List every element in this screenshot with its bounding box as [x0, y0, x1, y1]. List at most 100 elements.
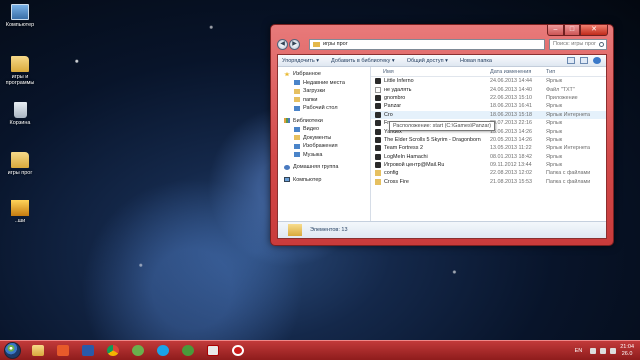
- file-row[interactable]: Cross Fire 21.08.2013 15:53 Папка с файлам…: [371, 178, 606, 186]
- folder-icon: [294, 97, 300, 103]
- nav-item-video[interactable]: Видео: [278, 125, 370, 134]
- file-row[interactable]: LogMeIn Hamachi 08.01.2013 18:42 Ярлык: [371, 153, 606, 161]
- file-type: Ярлык: [546, 128, 563, 135]
- start-button[interactable]: [4, 342, 21, 359]
- yandex-icon: [206, 345, 219, 356]
- preview-pane-icon[interactable]: [580, 57, 588, 64]
- taskbar-app-explorer[interactable]: [27, 342, 48, 359]
- desktop-icon-games-prog[interactable]: игры прог: [3, 152, 37, 176]
- file-row[interactable]: gnombro 22.06.2013 15:10 Приложение: [371, 94, 606, 102]
- file-row[interactable]: The Elder Scrolls 5 Skyrim - Dragonborn 2…: [371, 136, 606, 144]
- taskbar-app-chrome[interactable]: [102, 342, 123, 359]
- explorer-window[interactable]: – □ ✕ ◀ ▶ игры прог Поиск: игры прог Упо…: [270, 24, 614, 246]
- column-header-name[interactable]: Имя: [371, 69, 490, 75]
- share-menu[interactable]: Общий доступ ▾: [407, 58, 448, 64]
- back-button[interactable]: ◀: [277, 38, 288, 50]
- file-row[interactable]: Little Inferno 24.06.2013 14:44 Ярлык: [371, 77, 606, 85]
- file-row[interactable]: Panzar 18.06.2013 16:41 Ярлык: [371, 102, 606, 110]
- file-row[interactable]: не удалять 24.06.2013 14:40 Файл "TXT": [371, 85, 606, 93]
- file-name: Panzar: [384, 103, 402, 110]
- column-headers: Имя Дата изменения Тип: [371, 67, 606, 77]
- utorrent-icon: [131, 345, 144, 356]
- close-button[interactable]: ✕: [580, 25, 608, 36]
- nav-item-folders[interactable]: папки: [278, 96, 370, 105]
- file-name: config: [384, 170, 399, 177]
- file-date: 22.06.2013 15:10: [490, 94, 532, 101]
- taskbar-app-browser[interactable]: [177, 342, 198, 359]
- star-icon: [284, 71, 290, 77]
- nav-item-recent[interactable]: Недавние места: [278, 79, 370, 88]
- nav-item-desktop[interactable]: Рабочий стол: [278, 104, 370, 113]
- file-name: Cro: [384, 111, 393, 118]
- media-player-icon: [56, 345, 69, 356]
- details-pane: Элементов: 13: [278, 221, 606, 238]
- file-name: gnombro: [384, 94, 406, 101]
- file-date: 08.01.2013 18:42: [490, 153, 532, 160]
- shortcut-icon: [375, 78, 381, 85]
- search-input[interactable]: Поиск: игры прог: [549, 38, 607, 50]
- nav-libraries[interactable]: Библиотеки: [278, 117, 370, 126]
- shortcut-icon: [375, 162, 381, 169]
- shortcut-icon: [375, 153, 381, 160]
- column-header-date[interactable]: Дата изменения: [490, 69, 546, 75]
- include-in-library-menu[interactable]: Добавить в библиотеку ▾: [331, 58, 395, 64]
- taskbar-app-skype[interactable]: [152, 342, 173, 359]
- folder-icon: [11, 152, 29, 168]
- clock[interactable]: 21:04 26.0: [620, 344, 634, 357]
- file-type: Приложение: [546, 94, 578, 101]
- nav-item-music[interactable]: Музыка: [278, 151, 370, 160]
- taskbar-app-yandex[interactable]: [202, 342, 223, 359]
- file-date: 18.06.2013 15:18: [490, 111, 532, 118]
- minimize-button[interactable]: –: [547, 25, 564, 36]
- folder-icon: [375, 170, 381, 177]
- video-icon: [294, 126, 300, 132]
- nav-computer[interactable]: Компьютер: [278, 176, 370, 185]
- column-header-type[interactable]: Тип: [546, 69, 606, 75]
- nav-item-pictures[interactable]: Изображения: [278, 142, 370, 151]
- forward-button[interactable]: ▶: [289, 38, 300, 50]
- file-date: 22.08.2013 12:02: [490, 170, 532, 177]
- file-name: LogMeIn Hamachi: [384, 153, 428, 160]
- language-indicator[interactable]: EN: [575, 348, 583, 354]
- file-row[interactable]: Игровой центр@Mail.Ru 09.11.2012 13:44 Ярл…: [371, 161, 606, 169]
- help-icon[interactable]: [593, 57, 601, 64]
- music-icon: [294, 152, 300, 158]
- taskbar-app-word[interactable]: [77, 342, 98, 359]
- volume-icon[interactable]: [610, 347, 617, 354]
- nav-item-documents[interactable]: Документы: [278, 134, 370, 143]
- folder-icon: [288, 224, 302, 236]
- nav-homegroup[interactable]: Домашняя группа: [278, 163, 370, 172]
- system-tray: EN 21:04 26.0: [575, 344, 640, 357]
- file-row[interactable]: Cro 18.06.2013 15:18 Ярлык Интернета: [371, 110, 606, 119]
- desktop-icon-folder[interactable]: ..ши: [3, 200, 37, 224]
- desktop-icon-computer[interactable]: Компьютер: [3, 4, 37, 28]
- new-folder-button[interactable]: Новая папка: [460, 58, 492, 64]
- file-type: Файл "TXT": [546, 86, 575, 93]
- network-icon[interactable]: [600, 347, 607, 354]
- desktop-icon-label: Корзина: [9, 120, 31, 126]
- taskbar-app-media[interactable]: [52, 342, 73, 359]
- taskbar-app-utorrent[interactable]: [127, 342, 148, 359]
- address-bar[interactable]: игры прог: [309, 38, 545, 50]
- organize-menu[interactable]: Упорядочить ▾: [282, 58, 319, 64]
- text-file-icon: [375, 86, 381, 93]
- tray-icon[interactable]: [590, 347, 597, 354]
- computer-icon: [11, 4, 29, 20]
- file-row[interactable]: config 22.08.2013 12:02 Папка с файлами: [371, 169, 606, 177]
- view-options-icon[interactable]: [567, 57, 575, 64]
- desktop-icon-games-programs[interactable]: игры и программы: [3, 56, 37, 87]
- file-row[interactable]: Team Fortress 2 13.05.2013 11:22 Ярлык Инт…: [371, 144, 606, 152]
- folder-icon: [313, 41, 320, 47]
- file-name: Little Inferno: [384, 78, 414, 85]
- nav-favorites[interactable]: Избранное: [278, 70, 370, 79]
- computer-icon: [284, 177, 290, 183]
- maximize-button[interactable]: □: [564, 25, 580, 36]
- recycle-bin-icon: [13, 102, 27, 118]
- desktop-icon-recycle-bin[interactable]: Корзина: [3, 102, 37, 126]
- file-name: Team Fortress 2: [384, 145, 423, 152]
- file-date: 24.06.2013 14:40: [490, 86, 532, 93]
- file-date: 15.06.2013 14:26: [490, 128, 532, 135]
- nav-item-downloads[interactable]: Загрузки: [278, 87, 370, 96]
- taskbar-app-opera[interactable]: [227, 342, 248, 359]
- file-type: Папка с файлами: [546, 170, 591, 177]
